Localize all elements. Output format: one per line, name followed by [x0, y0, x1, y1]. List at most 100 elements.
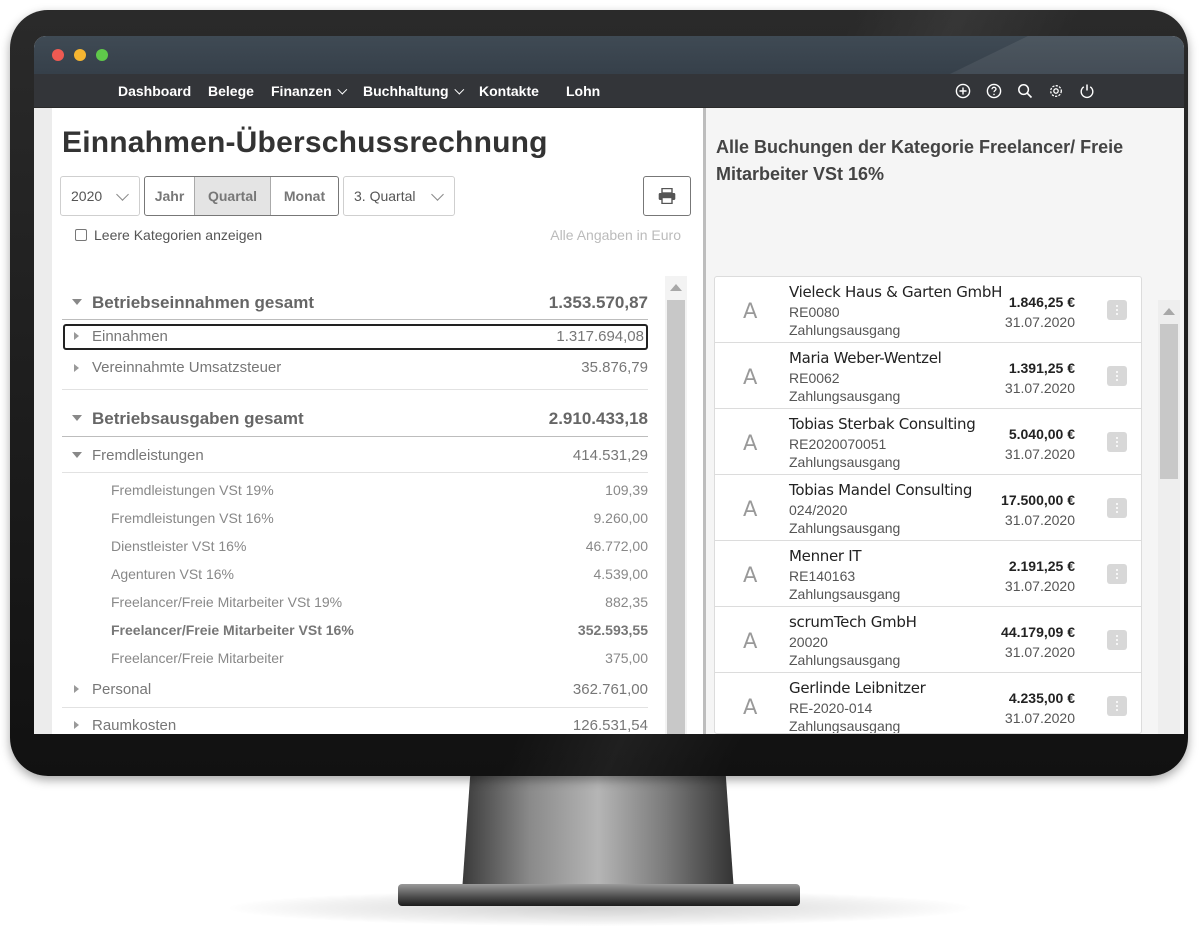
more-options-icon[interactable]: [1107, 432, 1127, 452]
show-empty-categories-checkbox[interactable]: Leere Kategorien anzeigen: [75, 227, 262, 243]
monitor-stand-foot: [398, 884, 800, 906]
chevron-down-icon: [453, 84, 464, 95]
close-window-button[interactable]: [52, 49, 64, 61]
booking-row[interactable]: A Menner IT RE140163 Zahlungsausgang 2.1…: [715, 541, 1141, 607]
bookings-scrollbar[interactable]: [1158, 300, 1180, 734]
booking-type: Zahlungsausgang: [789, 322, 901, 338]
booking-contact: scrumTech GmbH: [789, 613, 917, 631]
monitor-frame: Dashboard Belege Finanzen Buchhaltung Ko…: [10, 10, 1188, 776]
table-row[interactable]: Fremdleistungen VSt 16% 9.260,00: [62, 509, 648, 529]
nav-kontakte[interactable]: Kontakte: [479, 74, 539, 108]
more-options-icon[interactable]: [1107, 630, 1127, 650]
expand-caret-icon[interactable]: [74, 685, 79, 693]
more-options-icon[interactable]: [1107, 300, 1127, 320]
booking-reference: RE-2020-014: [789, 700, 873, 716]
booking-date: 31.07.2020: [1004, 644, 1075, 660]
table-row[interactable]: Betriebseinnahmen gesamt 1.353.570,87: [62, 292, 648, 320]
booking-row[interactable]: A Tobias Mandel Consulting 024/2020 Zahl…: [715, 475, 1141, 541]
table-row[interactable]: Betriebsausgaben gesamt 2.910.433,18: [62, 408, 648, 437]
table-row-selected[interactable]: Freelancer/Freie Mitarbeiter VSt 16% 352…: [62, 621, 648, 641]
scroll-up-arrow-icon[interactable]: [1163, 308, 1175, 315]
collapse-caret-icon[interactable]: [72, 415, 82, 421]
booking-type: Zahlungsausgang: [789, 652, 901, 668]
booking-date: 31.07.2020: [1004, 710, 1075, 726]
booking-amount: 44.179,09 €: [1001, 624, 1075, 640]
table-row[interactable]: Fremdleistungen VSt 19% 109,39: [62, 481, 648, 501]
table-row[interactable]: Freelancer/Freie Mitarbeiter VSt 19% 882…: [62, 593, 648, 613]
booking-date: 31.07.2020: [1004, 578, 1075, 594]
table-row[interactable]: Agenturen VSt 16% 4.539,00: [62, 565, 648, 585]
booking-amount: 2.191,25 €: [1008, 558, 1075, 574]
table-row[interactable]: Personal 362.761,00: [62, 680, 648, 708]
year-select[interactable]: 2020: [60, 176, 140, 216]
bookings-title: Alle Buchungen der Kategorie Freelancer/…: [716, 137, 1124, 184]
scrollbar-thumb[interactable]: [1160, 324, 1178, 479]
expand-caret-icon[interactable]: [74, 364, 79, 372]
nav-dashboard[interactable]: Dashboard: [118, 74, 191, 108]
avatar: A: [743, 497, 758, 521]
currency-note: Alle Angaben in Euro: [550, 227, 681, 243]
avatar: A: [743, 299, 758, 323]
avatar: A: [743, 431, 758, 455]
booking-date: 31.07.2020: [1004, 446, 1075, 462]
maximize-window-button[interactable]: [96, 49, 108, 61]
table-row[interactable]: Einnahmen 1.317.694,08: [62, 327, 648, 349]
collapse-caret-icon[interactable]: [72, 452, 82, 458]
avatar: A: [743, 695, 758, 719]
booking-row[interactable]: A Gerlinde Leibnitzer RE-2020-014 Zahlun…: [715, 673, 1141, 733]
booking-reference: RE140163: [789, 568, 856, 584]
table-row[interactable]: Freelancer/Freie Mitarbeiter 375,00: [62, 649, 648, 669]
booking-reference: 20020: [789, 634, 828, 650]
quarter-select[interactable]: 3. Quartal: [343, 176, 455, 216]
scroll-up-arrow-icon[interactable]: [670, 284, 682, 291]
booking-row[interactable]: A Vieleck Haus & Garten GmbH RE0080 Zahl…: [715, 277, 1141, 343]
tab-quartal[interactable]: Quartal: [195, 177, 271, 215]
booking-reference: RE2020070051: [789, 436, 887, 452]
nav-belege[interactable]: Belege: [208, 74, 254, 108]
print-button[interactable]: [643, 176, 691, 216]
tab-monat[interactable]: Monat: [271, 177, 338, 215]
nav-lohn[interactable]: Lohn: [566, 74, 600, 108]
table-row[interactable]: Raumkosten 126.531,54: [62, 716, 648, 734]
booking-amount: 1.391,25 €: [1008, 360, 1075, 376]
more-options-icon[interactable]: [1107, 498, 1127, 518]
expand-caret-icon[interactable]: [74, 721, 79, 729]
more-options-icon[interactable]: [1107, 696, 1127, 716]
search-icon[interactable]: [1017, 83, 1033, 99]
top-navigation: Dashboard Belege Finanzen Buchhaltung Ko…: [34, 74, 1184, 108]
table-row[interactable]: Dienstleister VSt 16% 46.772,00: [62, 537, 648, 557]
booking-contact: Tobias Sterbak Consulting: [789, 415, 976, 433]
page-title: Einnahmen-Überschussrechnung: [62, 126, 548, 159]
booking-type: Zahlungsausgang: [789, 454, 901, 470]
chevron-down-icon: [431, 188, 444, 201]
nav-buchhaltung[interactable]: Buchhaltung: [363, 74, 464, 108]
booking-date: 31.07.2020: [1004, 314, 1075, 330]
more-options-icon[interactable]: [1107, 366, 1127, 386]
report-scrollbar[interactable]: [665, 276, 687, 734]
booking-row[interactable]: A scrumTech GmbH 20020 Zahlungsausgang 4…: [715, 607, 1141, 673]
booking-row[interactable]: A Maria Weber-Wentzel RE0062 Zahlungsaus…: [715, 343, 1141, 409]
booking-contact: Gerlinde Leibnitzer: [789, 679, 926, 697]
table-row[interactable]: Fremdleistungen 414.531,29: [62, 446, 648, 473]
window-titlebar: [34, 36, 1184, 74]
more-options-icon[interactable]: [1107, 564, 1127, 584]
settings-icon[interactable]: [1048, 83, 1064, 99]
collapse-caret-icon[interactable]: [72, 299, 82, 305]
app-window: Dashboard Belege Finanzen Buchhaltung Ko…: [34, 36, 1184, 734]
add-icon[interactable]: [955, 83, 971, 99]
category-table: Betriebseinnahmen gesamt 1.353.570,87 Ei…: [62, 276, 648, 734]
table-row[interactable]: Vereinnahmte Umsatzsteuer 35.876,79: [62, 358, 648, 390]
booking-row[interactable]: A Tobias Sterbak Consulting RE2020070051…: [715, 409, 1141, 475]
nav-finanzen[interactable]: Finanzen: [271, 74, 347, 108]
booking-contact: Tobias Mandel Consulting: [789, 481, 973, 499]
scrollbar-thumb[interactable]: [667, 300, 685, 734]
tab-jahr[interactable]: Jahr: [145, 177, 195, 215]
minimize-window-button[interactable]: [74, 49, 86, 61]
help-icon[interactable]: [986, 83, 1002, 99]
expand-caret-icon[interactable]: [74, 332, 79, 340]
bookings-list: A Vieleck Haus & Garten GmbH RE0080 Zahl…: [714, 276, 1142, 734]
booking-reference: RE0062: [789, 370, 840, 386]
booking-amount: 4.235,00 €: [1008, 690, 1075, 706]
checkbox[interactable]: [75, 229, 87, 241]
power-icon[interactable]: [1079, 83, 1095, 99]
